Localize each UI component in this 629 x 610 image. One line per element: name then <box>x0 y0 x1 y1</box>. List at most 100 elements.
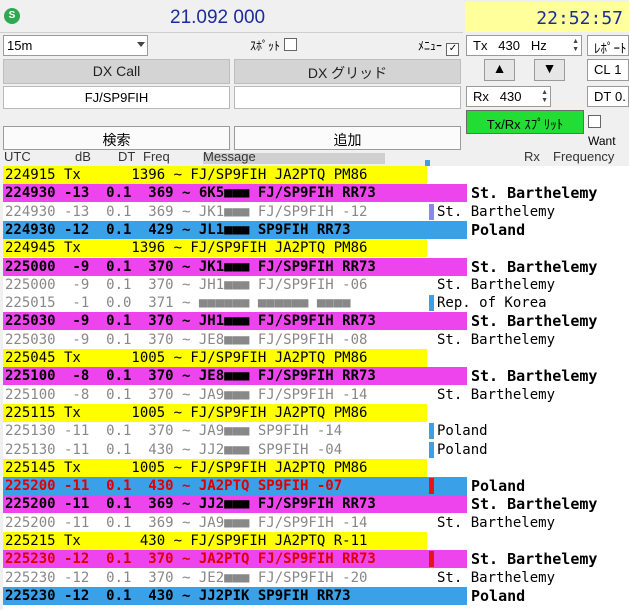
add-button[interactable]: 追加 <box>234 126 461 150</box>
decode-table-header: UTC dB DT Freq Message Rx Frequency <box>3 149 629 165</box>
col-dt: DT <box>118 149 136 164</box>
row-indicator <box>429 203 434 220</box>
row-country: Poland <box>471 220 526 239</box>
spot-checkbox[interactable] <box>284 38 298 51</box>
table-row[interactable]: 225030 -9 0.1 370 ~ JH1■■■ FJ/SP9FIH RR7… <box>3 312 629 331</box>
row-message: 225145 Tx 1005 ~ FJ/SP9FIH JA2PTQ PM86 <box>3 458 427 477</box>
spinner-arrows-icon[interactable]: ▲ ▼ <box>572 38 579 54</box>
rx-frequency-spinner[interactable]: Rx 430 ▲ ▼ <box>466 86 551 107</box>
spot-toggle[interactable]: ｽﾎﾟｯﾄ <box>250 37 298 55</box>
row-country: Rep. of Korea <box>437 295 547 312</box>
decode-list[interactable]: 224915 Tx 1396 ~ FJ/SP9FIH JA2PTQ PM86 22… <box>3 166 629 610</box>
row-message: 225030 -9 0.1 370 ~ JH1■■■ FJ/SP9FIH RR7… <box>3 312 467 331</box>
row-country: St. Barthelemy <box>437 331 556 348</box>
row-country: Poland <box>471 586 526 605</box>
table-row[interactable]: 225200 -11 0.1 369 ~ JJ2■■■ FJ/SP9FIH RR… <box>3 495 629 514</box>
table-row[interactable]: 225230 -12 0.1 370 ~ JE2■■■ FJ/SP9FIH -2… <box>3 568 629 588</box>
tx-label: Tx <box>473 38 488 53</box>
dt-value: 0. <box>614 89 626 104</box>
menu-toggle[interactable]: ﾒﾆｭｰ ✓ <box>418 37 460 56</box>
table-row[interactable]: 225145 Tx 1005 ~ FJ/SP9FIH JA2PTQ PM86 <box>3 458 629 477</box>
row-country: St. Barthelemy <box>437 514 556 531</box>
dt-label: DT <box>594 89 612 104</box>
dx-call-input[interactable]: FJ/SP9FIH <box>3 86 230 109</box>
table-row[interactable]: 225130 -11 0.1 370 ~ JA9■■■ SP9FIH -14 Po… <box>3 422 629 441</box>
menu-checkbox[interactable]: ✓ <box>446 43 460 56</box>
band-value: 15m <box>7 38 33 53</box>
row-message: 225100 -8 0.1 370 ~ JA9■■■ FJ/SP9FIH -14 <box>3 385 427 405</box>
table-row[interactable]: 225215 Tx 430 ~ FJ/SP9FIH JA2PTQ R-11 <box>3 532 629 550</box>
cl-value: 1 <box>614 62 622 77</box>
table-row[interactable]: 224930 -12 0.1 429 ~ JL1■■■ SP9FIH RR73 P… <box>3 220 629 239</box>
table-row[interactable]: 225030 -9 0.1 370 ~ JE8■■■ FJ/SP9FIH -08… <box>3 330 629 350</box>
row-indicator <box>429 478 434 495</box>
menu-label: ﾒﾆｭｰ <box>418 39 443 53</box>
down-arrow-icon: ▼ <box>542 60 557 76</box>
row-message: 225000 -9 0.1 370 ~ JK1■■■ FJ/SP9FIH RR7… <box>3 257 467 276</box>
row-message: 224930 -13 0.1 369 ~ 6K5■■■ FJ/SP9FIH RR… <box>3 184 467 203</box>
row-message: 225215 Tx 430 ~ FJ/SP9FIH JA2PTQ R-11 <box>3 532 427 550</box>
cl-field[interactable]: CL 1 <box>587 59 629 81</box>
row-message: 225230 -12 0.1 430 ~ JJ2PIK SP9FIH RR73 <box>3 586 467 605</box>
row-message: 225000 -9 0.1 370 ~ JH1■■■ FJ/SP9FIH -06 <box>3 275 427 295</box>
row-message: 225045 Tx 1005 ~ FJ/SP9FIH JA2PTQ PM86 <box>3 349 427 367</box>
dial-frequency: 21.092 000 <box>170 7 266 28</box>
spinner-arrows-icon[interactable]: ▲ ▼ <box>541 89 548 105</box>
up-arrow-icon: ▲ <box>492 60 507 76</box>
rx-value: 430 <box>499 89 522 104</box>
tx-up-button[interactable]: ▲ <box>484 59 515 81</box>
dx-grid-input[interactable] <box>234 86 461 109</box>
table-row[interactable]: 225115 Tx 1005 ~ FJ/SP9FIH JA2PTQ PM86 <box>3 403 629 422</box>
row-country: St. Barthelemy <box>437 569 556 586</box>
col-rx: Rx <box>524 149 540 164</box>
dx-grid-header: DX グリッド <box>234 59 461 84</box>
row-country: St. Barthelemy <box>471 495 598 514</box>
table-row[interactable]: 225200 -11 0.1 369 ~ JA9■■■ FJ/SP9FIH -1… <box>3 513 629 533</box>
table-row[interactable]: 225000 -9 0.1 370 ~ JH1■■■ FJ/SP9FIH -06… <box>3 275 629 295</box>
want-toggle[interactable]: Want <box>588 114 629 150</box>
search-button[interactable]: 検索 <box>3 126 230 150</box>
tx-rx-split-button[interactable]: Tx/Rx ｽﾌﾟﾘｯﾄ <box>466 110 584 134</box>
table-row[interactable]: 225200 -11 0.1 430 ~ JA2PTQ SP9FIH -07 Po… <box>3 477 629 496</box>
row-country: St. Barthelemy <box>437 276 556 293</box>
dx-call-header: DX Call <box>3 59 230 84</box>
row-indicator <box>429 441 434 458</box>
table-row[interactable]: 225000 -9 0.1 370 ~ JK1■■■ FJ/SP9FIH RR7… <box>3 257 629 276</box>
row-message: 225230 -12 0.1 370 ~ JE2■■■ FJ/SP9FIH -2… <box>3 568 427 588</box>
table-row[interactable]: 224930 -13 0.1 369 ~ 6K5■■■ FJ/SP9FIH RR… <box>3 184 629 203</box>
row-country: Poland <box>437 441 488 458</box>
table-row[interactable]: 225015 -1 0.0 371 ~ ■■■■■■ ■■■■■■ ■■■■ Re… <box>3 294 629 313</box>
table-row[interactable]: 225045 Tx 1005 ~ FJ/SP9FIH JA2PTQ PM86 <box>3 349 629 367</box>
table-row[interactable]: 225230 -12 0.1 370 ~ JA2PTQ FJ/SP9FIH RR… <box>3 550 629 569</box>
table-row[interactable]: 224930 -13 0.1 369 ~ JK1■■■ FJ/SP9FIH -1… <box>3 202 629 222</box>
row-message: 225015 -1 0.0 371 ~ ■■■■■■ ■■■■■■ ■■■■ <box>3 294 427 313</box>
table-row[interactable]: 225230 -12 0.1 430 ~ JJ2PIK SP9FIH RR73 P… <box>3 586 629 605</box>
report-button[interactable]: ﾚﾎﾟｰﾄ <box>587 35 629 56</box>
tx-down-button[interactable]: ▼ <box>534 59 565 81</box>
row-message: 225130 -11 0.1 430 ~ JJ2■■■ SP9FIH -04 <box>3 440 427 459</box>
table-row[interactable]: 224945 Tx 1396 ~ FJ/SP9FIH JA2PTQ PM86 <box>3 239 629 258</box>
cl-label: CL <box>594 62 611 77</box>
row-message: 225030 -9 0.1 370 ~ JE8■■■ FJ/SP9FIH -08 <box>3 330 427 350</box>
row-country: St. Barthelemy <box>471 312 598 331</box>
spot-label: ｽﾎﾟｯﾄ <box>250 39 281 53</box>
tx-frequency-spinner[interactable]: Tx 430 Hz ▲ ▼ <box>466 35 582 56</box>
table-row[interactable]: 225100 -8 0.1 370 ~ JE8■■■ FJ/SP9FIH RR7… <box>3 367 629 386</box>
row-message: 224930 -13 0.1 369 ~ JK1■■■ FJ/SP9FIH -1… <box>3 202 427 222</box>
table-row[interactable]: 225130 -11 0.1 430 ~ JJ2■■■ SP9FIH -04 Po… <box>3 440 629 459</box>
table-row[interactable]: 225100 -8 0.1 370 ~ JA9■■■ FJ/SP9FIH -14… <box>3 385 629 405</box>
tx-value: 430 <box>498 38 520 53</box>
table-row[interactable]: 224915 Tx 1396 ~ FJ/SP9FIH JA2PTQ PM86 <box>3 166 629 184</box>
col-freq: Freq <box>143 149 170 164</box>
col-message: Message <box>203 149 256 164</box>
dt-field[interactable]: DT 0. <box>587 86 629 107</box>
band-select[interactable]: 15m <box>3 35 148 56</box>
col-db: dB <box>75 149 91 164</box>
row-country: St. Barthelemy <box>437 386 556 403</box>
tx-unit: Hz <box>530 38 547 53</box>
split-label: Tx/Rx ｽﾌﾟﾘｯﾄ <box>486 117 564 132</box>
col-frequency: Frequency <box>553 149 615 164</box>
want-checkbox[interactable] <box>588 115 601 128</box>
row-country: St. Barthelemy <box>471 367 598 386</box>
row-indicator <box>429 295 434 312</box>
